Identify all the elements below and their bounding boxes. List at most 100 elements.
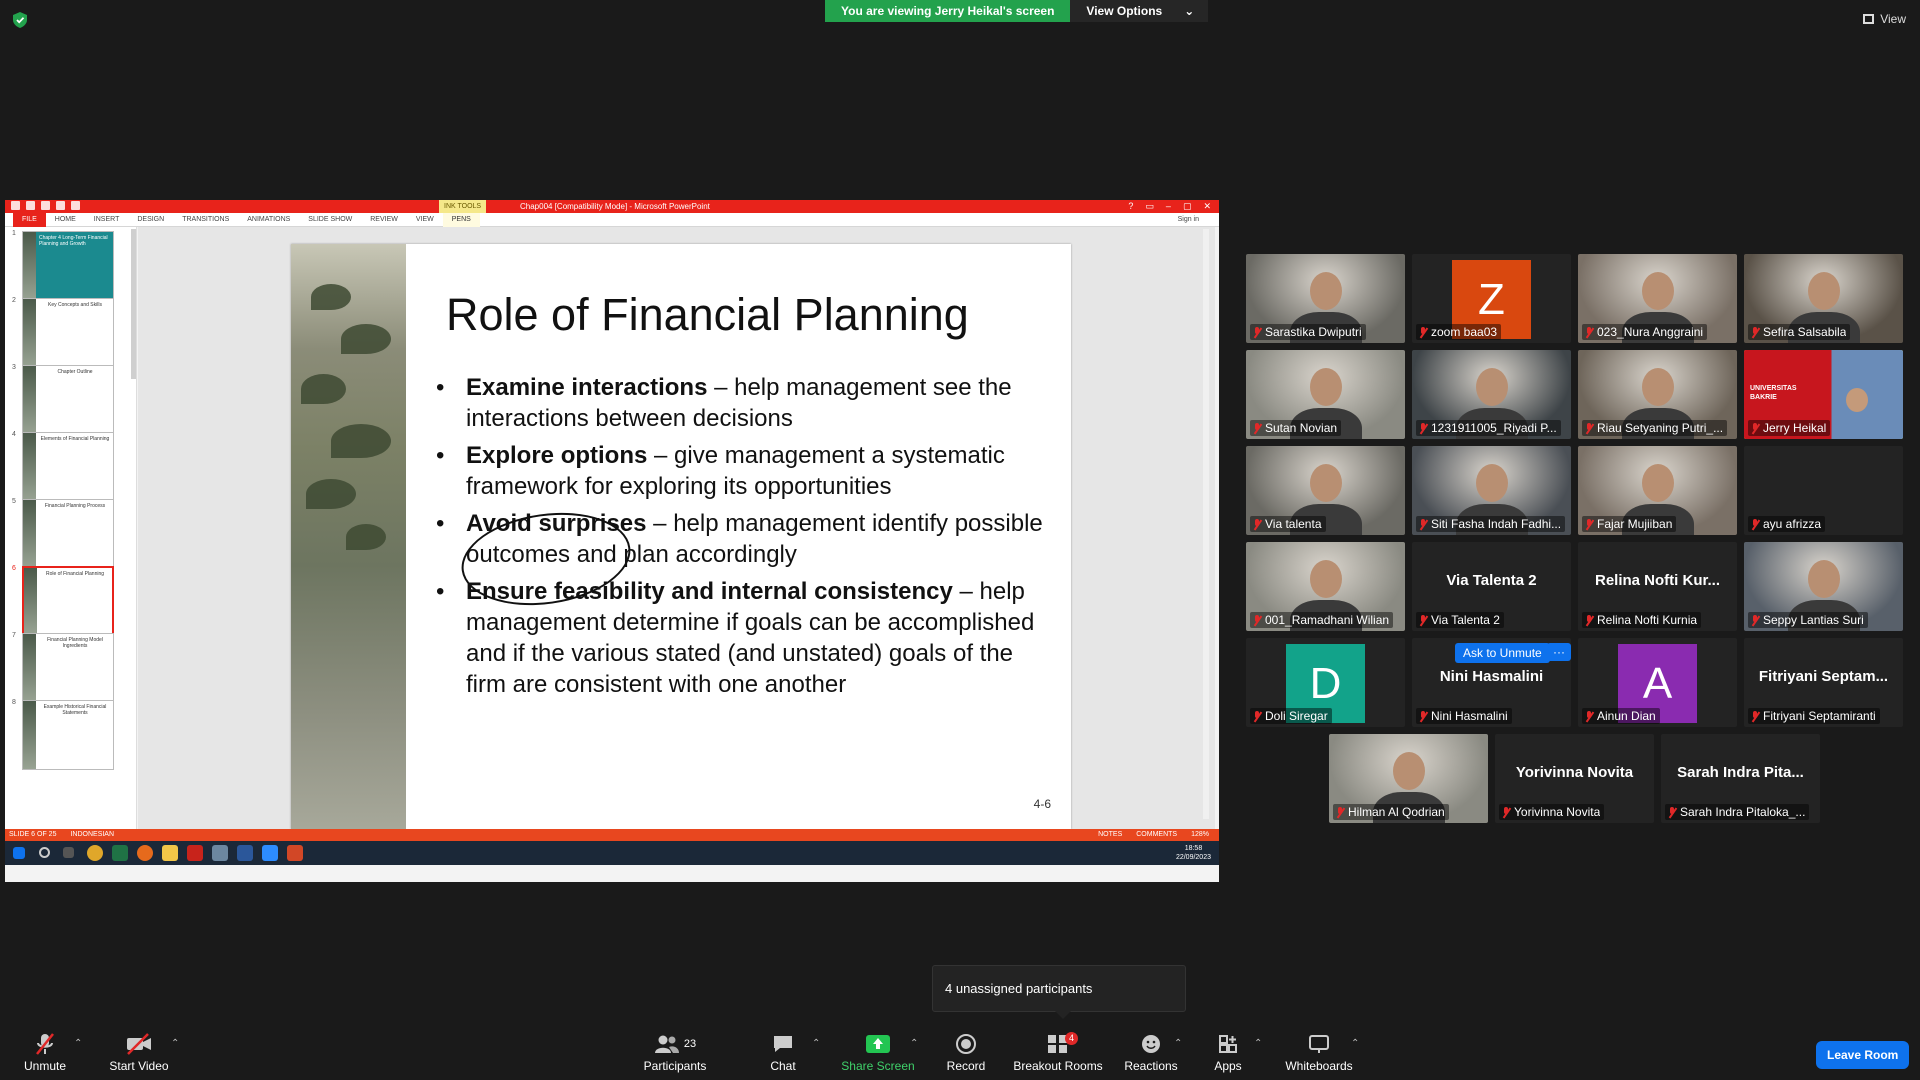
participant-tile[interactable]: A Ainun Dian xyxy=(1578,638,1737,727)
participant-tile[interactable]: Siti Fasha Indah Fadhi... xyxy=(1412,446,1571,535)
participant-name-tag: Seppy Lantias Suri xyxy=(1748,612,1868,628)
chat-button[interactable]: Chat xyxy=(758,1032,808,1073)
apps-options-caret[interactable]: ⌃ xyxy=(1254,1038,1262,1049)
firefox-icon xyxy=(137,845,153,861)
participant-tile[interactable]: Hilman Al Qodrian xyxy=(1329,734,1488,823)
breakout-rooms-button[interactable]: Breakout Rooms xyxy=(1012,1032,1104,1073)
reactions-label: Reactions xyxy=(1124,1059,1178,1073)
apps-label: Apps xyxy=(1214,1059,1242,1073)
thumbnail-title: Financial Planning Model Ingredients xyxy=(47,637,103,649)
participant-name-large: Via Talenta 2 xyxy=(1446,572,1537,589)
tab-animations: ANIMATIONS xyxy=(247,215,291,223)
participant-tile[interactable]: Riau Setyaning Putri_... xyxy=(1578,350,1737,439)
chat-options-caret[interactable]: ⌃ xyxy=(812,1038,820,1049)
participants-button[interactable]: 23 Participants xyxy=(640,1032,710,1073)
breakout-rooms-icon xyxy=(1012,1032,1104,1056)
participant-tile[interactable]: 1231911005_Riyadi P... xyxy=(1412,350,1571,439)
record-label: Record xyxy=(946,1059,986,1073)
participant-tile[interactable]: Sarah Indra Pita... Sarah Indra Pitaloka_… xyxy=(1661,734,1820,823)
reactions-button[interactable]: Reactions xyxy=(1124,1032,1178,1073)
participant-tile[interactable]: Via talenta xyxy=(1246,446,1405,535)
participant-tile[interactable]: Yorivinna Novita Yorivinna Novita xyxy=(1495,734,1654,823)
participant-tile[interactable]: Zzoom baa03 xyxy=(1412,254,1571,343)
unmute-button[interactable]: Unmute xyxy=(22,1032,68,1073)
participant-name-tag: Relina Nofti Kurnia xyxy=(1582,612,1702,628)
participant-tile[interactable]: 001_Ramadhani Wilian xyxy=(1246,542,1405,631)
start-video-button[interactable]: Start Video xyxy=(104,1032,174,1073)
notes-toggle: NOTES xyxy=(1098,831,1123,838)
app-icon xyxy=(212,845,228,861)
tab-review: REVIEW xyxy=(370,215,398,223)
bullet-item: Explore options – give management a syst… xyxy=(436,440,1056,502)
ppt-status-bar: SLIDE 6 OF 25 INDONESIAN NOTES COMMENTS … xyxy=(5,829,1219,841)
video-options-caret[interactable]: ⌃ xyxy=(171,1038,179,1049)
participant-name-large: Yorivinna Novita xyxy=(1515,764,1634,781)
participant-face xyxy=(1310,272,1342,310)
mic-muted-icon xyxy=(1750,518,1760,530)
participant-name: Sutan Novian xyxy=(1265,421,1338,435)
participant-tile[interactable]: Fitriyani Septam... Fitriyani Septamirant… xyxy=(1744,638,1903,727)
windows-start-icon xyxy=(13,847,25,859)
participant-tile[interactable]: Sarastika Dwiputri xyxy=(1246,254,1405,343)
tab-transitions: TRANSITIONS xyxy=(182,215,230,223)
unmute-label: Unmute xyxy=(23,1059,67,1073)
chevron-down-icon: ⌄ xyxy=(1184,4,1195,18)
participant-name: Relina Nofti Kurnia xyxy=(1597,613,1698,627)
ask-to-unmute-button[interactable]: Ask to Unmute xyxy=(1455,643,1550,663)
whiteboards-options-caret[interactable]: ⌃ xyxy=(1351,1038,1359,1049)
participants-icon: 23 xyxy=(640,1032,710,1056)
participant-name-large: Nini Hasmalini xyxy=(1439,668,1544,685)
participant-tile[interactable]: Sefira Salsabila xyxy=(1744,254,1903,343)
share-options-caret[interactable]: ⌃ xyxy=(910,1038,918,1049)
acrobat-icon xyxy=(187,845,203,861)
participant-tile[interactable]: UNIVERSITAS BAKRIE Jerry Heikal xyxy=(1744,350,1903,439)
leave-room-button[interactable]: Leave Room xyxy=(1816,1041,1910,1069)
tab-design: DESIGN xyxy=(137,215,165,223)
participant-name: 023_Nura Anggraini xyxy=(1597,325,1704,339)
mic-muted-icon xyxy=(22,1032,68,1056)
participant-tile[interactable]: Relina Nofti Kur... Relina Nofti Kurnia xyxy=(1578,542,1737,631)
participant-name-tag: Nini Hasmalini xyxy=(1416,708,1512,724)
mic-muted-icon xyxy=(1252,326,1262,338)
thumbnail-number: 1 xyxy=(12,230,16,237)
share-screen-button[interactable]: Share Screen xyxy=(838,1032,918,1073)
participant-name: Yorivinna Novita xyxy=(1514,805,1601,819)
chat-icon xyxy=(758,1032,808,1056)
mic-muted-icon xyxy=(1667,806,1677,818)
apps-button[interactable]: Apps xyxy=(1208,1032,1248,1073)
more-options-button[interactable]: ··· xyxy=(1547,643,1571,661)
mic-muted-icon xyxy=(1252,710,1262,722)
shared-screen[interactable]: INK TOOLS Chap004 [Compatibility Mode] -… xyxy=(5,200,1219,882)
whiteboards-button[interactable]: Whiteboards xyxy=(1282,1032,1356,1073)
participant-name: ayu afrizza xyxy=(1763,517,1822,531)
participant-tile[interactable]: ayu afrizza xyxy=(1744,446,1903,535)
participant-tile[interactable]: Seppy Lantias Suri xyxy=(1744,542,1903,631)
reactions-options-caret[interactable]: ⌃ xyxy=(1174,1038,1182,1049)
breakout-tooltip: 4 unassigned participants xyxy=(932,965,1186,1019)
participant-face xyxy=(1642,464,1674,502)
participant-name-tag: 1231911005_Riyadi P... xyxy=(1416,420,1561,436)
apps-icon xyxy=(1208,1032,1248,1056)
participant-tile[interactable]: Sutan Novian xyxy=(1246,350,1405,439)
participant-tile[interactable]: Via Talenta 2 Via Talenta 2 xyxy=(1412,542,1571,631)
ppt-ribbon-tabs: FILE HOME INSERT DESIGN TRANSITIONS ANIM… xyxy=(5,212,1219,227)
participant-name-tag: Doli Siregar xyxy=(1250,708,1332,724)
participant-name: Sarastika Dwiputri xyxy=(1265,325,1362,339)
view-options-button[interactable]: View Options ⌄ xyxy=(1070,0,1209,22)
whiteboard-icon xyxy=(1282,1032,1356,1056)
video-off-icon xyxy=(104,1032,174,1056)
slide-thumbnail: Financial Planning Model Ingredients xyxy=(22,633,114,703)
encryption-shield-icon[interactable] xyxy=(13,12,27,28)
participant-tile[interactable]: D Doli Siregar xyxy=(1246,638,1405,727)
taskbar-clock: 18:58 22/09/2023 xyxy=(1176,844,1211,862)
participant-tile[interactable]: 023_Nura Anggraini xyxy=(1578,254,1737,343)
participant-tile[interactable]: Fajar Mujiiban xyxy=(1578,446,1737,535)
audio-options-caret[interactable]: ⌃ xyxy=(74,1038,82,1049)
slide-editing-area: Role of Financial Planning Examine inter… xyxy=(138,227,1215,829)
mic-muted-icon xyxy=(1418,422,1428,434)
view-layout-button[interactable]: View xyxy=(1863,12,1906,26)
participant-name-tag: 023_Nura Anggraini xyxy=(1582,324,1708,340)
reactions-icon xyxy=(1124,1032,1178,1056)
mic-muted-icon xyxy=(1501,806,1511,818)
record-button[interactable]: Record xyxy=(940,1032,992,1073)
